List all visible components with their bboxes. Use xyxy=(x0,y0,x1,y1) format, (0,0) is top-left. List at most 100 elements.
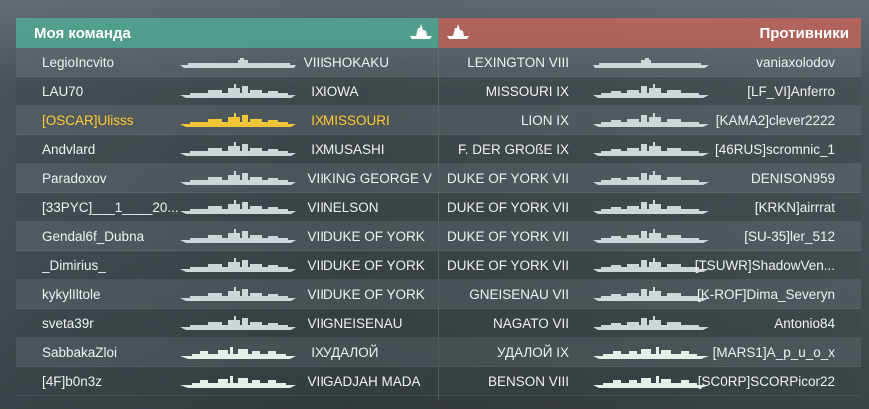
battleship-silhouette-icon xyxy=(593,200,709,214)
row-separator xyxy=(16,395,438,396)
player-row[interactable]: [4F]b0n3z VII GADJAH MADA xyxy=(16,367,438,396)
player-name: [46RUS]scromnic_1 xyxy=(714,142,835,157)
ship-name: LEXINGTON VIII xyxy=(467,55,569,70)
ship-name: GADJAH MADA xyxy=(323,374,421,389)
ship-name: LION IX xyxy=(520,113,569,128)
ship-tier: VII xyxy=(307,200,324,215)
ship-tier: IX xyxy=(311,345,324,360)
player-name: Antonio84 xyxy=(774,316,835,331)
ship-name: IOWA xyxy=(323,84,359,99)
player-row[interactable]: Paradoxov VII KING GEORGE V xyxy=(16,164,438,193)
ship-silhouette-icon xyxy=(447,24,469,39)
battleship-silhouette-icon xyxy=(180,113,296,127)
player-name: sveta39r xyxy=(42,316,94,331)
row-separator xyxy=(439,395,861,396)
enemy-player-row[interactable]: DUKE OF YORK VII [SU-35]ler_512 xyxy=(439,222,861,251)
battleship-silhouette-icon xyxy=(180,316,296,330)
ship-name: MISSOURI xyxy=(323,113,390,128)
enemy-player-row[interactable]: LION IX [KAMA2]clever2222 xyxy=(439,106,861,135)
player-row[interactable]: sveta39r VII GNEISENAU xyxy=(16,309,438,338)
ship-name: DUKE OF YORK VII xyxy=(446,200,569,215)
ship-name: F. DER GROßE IX xyxy=(457,142,569,157)
ship-name: DUKE OF YORK xyxy=(323,258,425,273)
player-name: [SU-35]ler_512 xyxy=(744,229,835,244)
ship-tier: VII xyxy=(307,229,324,244)
ship-name: УДАЛОЙ IX xyxy=(497,345,569,360)
player-row-self[interactable]: [OSCAR]Ulisss IX MISSOURI xyxy=(16,106,438,135)
ship-name: DUKE OF YORK VII xyxy=(446,258,569,273)
ship-name: GNEISENAU VII xyxy=(469,287,569,302)
player-name: SabbakaZloi xyxy=(42,345,118,360)
player-name: LAU70 xyxy=(42,84,84,99)
enemy-player-row[interactable]: УДАЛОЙ IX [MARS1]A_p_u_o_x xyxy=(439,338,861,367)
enemy-player-row[interactable]: BENSON VIII [SC0RP]SCORPicor22 xyxy=(439,367,861,396)
player-name: [SC0RP]SCORPicor22 xyxy=(697,374,835,389)
player-name: [33PYC]___1____20... xyxy=(42,200,179,215)
player-name: LegioIncvito xyxy=(42,55,115,70)
ship-tier: VII xyxy=(307,258,324,273)
battleship-silhouette-icon xyxy=(593,316,709,330)
battleship-silhouette-icon xyxy=(180,200,296,214)
ship-name: DUKE OF YORK xyxy=(323,287,425,302)
battleship-silhouette-icon xyxy=(180,258,296,272)
destroyer-silhouette-icon xyxy=(593,347,709,359)
ship-tier: IX xyxy=(311,84,324,99)
ship-silhouette-icon xyxy=(410,24,432,39)
battleship-silhouette-icon xyxy=(180,171,296,185)
battleship-silhouette-icon xyxy=(180,229,296,243)
battleship-silhouette-icon xyxy=(180,142,296,156)
enemy-team-header: Противники xyxy=(439,18,861,48)
ship-name: BENSON VIII xyxy=(487,374,569,389)
ship-tier: VII xyxy=(307,374,324,389)
ship-tier: VII xyxy=(307,171,324,186)
ship-name: SHOKAKU xyxy=(323,55,390,70)
player-row[interactable]: LAU70 IX IOWA xyxy=(16,77,438,106)
player-row[interactable]: [33PYC]___1____20... VII NELSON xyxy=(16,193,438,222)
ship-tier: IX xyxy=(311,142,324,157)
enemy-player-row[interactable]: GNEISENAU VII [K-ROF]Dima_Severyn xyxy=(439,280,861,309)
enemy-player-row[interactable]: MISSOURI IX [LF_VI]Anferro xyxy=(439,77,861,106)
enemy-team-list: LEXINGTON VIII vaniaxolodov MISSOURI IX [LF… xyxy=(439,48,861,396)
player-row[interactable]: kykylIltole VII DUKE OF YORK xyxy=(16,280,438,309)
ship-name: УДАЛОЙ xyxy=(323,345,379,360)
ship-name: DUKE OF YORK VII xyxy=(446,171,569,186)
ship-tier: VII xyxy=(307,316,324,331)
player-name: [KAMA2]clever2222 xyxy=(715,113,835,128)
enemy-player-row[interactable]: LEXINGTON VIII vaniaxolodov xyxy=(439,48,861,77)
battleship-silhouette-icon xyxy=(593,84,709,98)
enemy-player-row[interactable]: DUKE OF YORK VII [KRKN]airrrat xyxy=(439,193,861,222)
ally-team-header: Моя команда xyxy=(16,18,438,48)
carrier-silhouette-icon xyxy=(180,58,296,68)
enemy-player-row[interactable]: DUKE OF YORK VII DENISON959 xyxy=(439,164,861,193)
battleship-silhouette-icon xyxy=(593,229,709,243)
player-row[interactable]: LegioIncvito VIII SHOKAKU xyxy=(16,48,438,77)
ship-name: DUKE OF YORK VII xyxy=(446,229,569,244)
ship-name: NELSON xyxy=(323,200,379,215)
enemy-player-row[interactable]: NAGATO VII Antonio84 xyxy=(439,309,861,338)
ship-name: MUSASHI xyxy=(323,142,385,157)
player-row[interactable]: Andvlard IX MUSASHI xyxy=(16,135,438,164)
battleship-silhouette-icon xyxy=(180,287,296,301)
player-name: Andvlard xyxy=(42,142,96,157)
ship-name: KING GEORGE V xyxy=(323,171,432,186)
player-name: Paradoxov xyxy=(42,171,107,186)
player-name: [KRKN]airrrat xyxy=(754,200,835,215)
player-name: [LF_VI]Anferro xyxy=(747,84,835,99)
player-row[interactable]: SabbakaZloi IX УДАЛОЙ xyxy=(16,338,438,367)
battleship-silhouette-icon xyxy=(593,287,709,301)
enemy-player-row[interactable]: DUKE OF YORK VII [TSUWR]ShadowVen... xyxy=(439,251,861,280)
battleship-silhouette-icon xyxy=(593,142,709,156)
destroyer-silhouette-icon xyxy=(180,376,296,388)
battleship-silhouette-icon xyxy=(180,84,296,98)
battleship-silhouette-icon xyxy=(593,113,709,127)
player-name: [4F]b0n3z xyxy=(42,374,103,389)
enemy-player-row[interactable]: F. DER GROßE IX [46RUS]scromnic_1 xyxy=(439,135,861,164)
ship-tier: VII xyxy=(307,287,324,302)
ship-tier: VIII xyxy=(303,55,324,70)
ship-name: MISSOURI IX xyxy=(485,84,569,99)
player-row[interactable]: _Dimirius_ VII DUKE OF YORK xyxy=(16,251,438,280)
player-row[interactable]: Gendal6f_Dubna VII DUKE OF YORK xyxy=(16,222,438,251)
battleship-silhouette-icon xyxy=(593,258,709,272)
player-name: [OSCAR]Ulisss xyxy=(42,113,134,128)
enemy-team-panel: Противники LEXINGTON VIII vaniaxolodov MIS… xyxy=(439,18,861,400)
